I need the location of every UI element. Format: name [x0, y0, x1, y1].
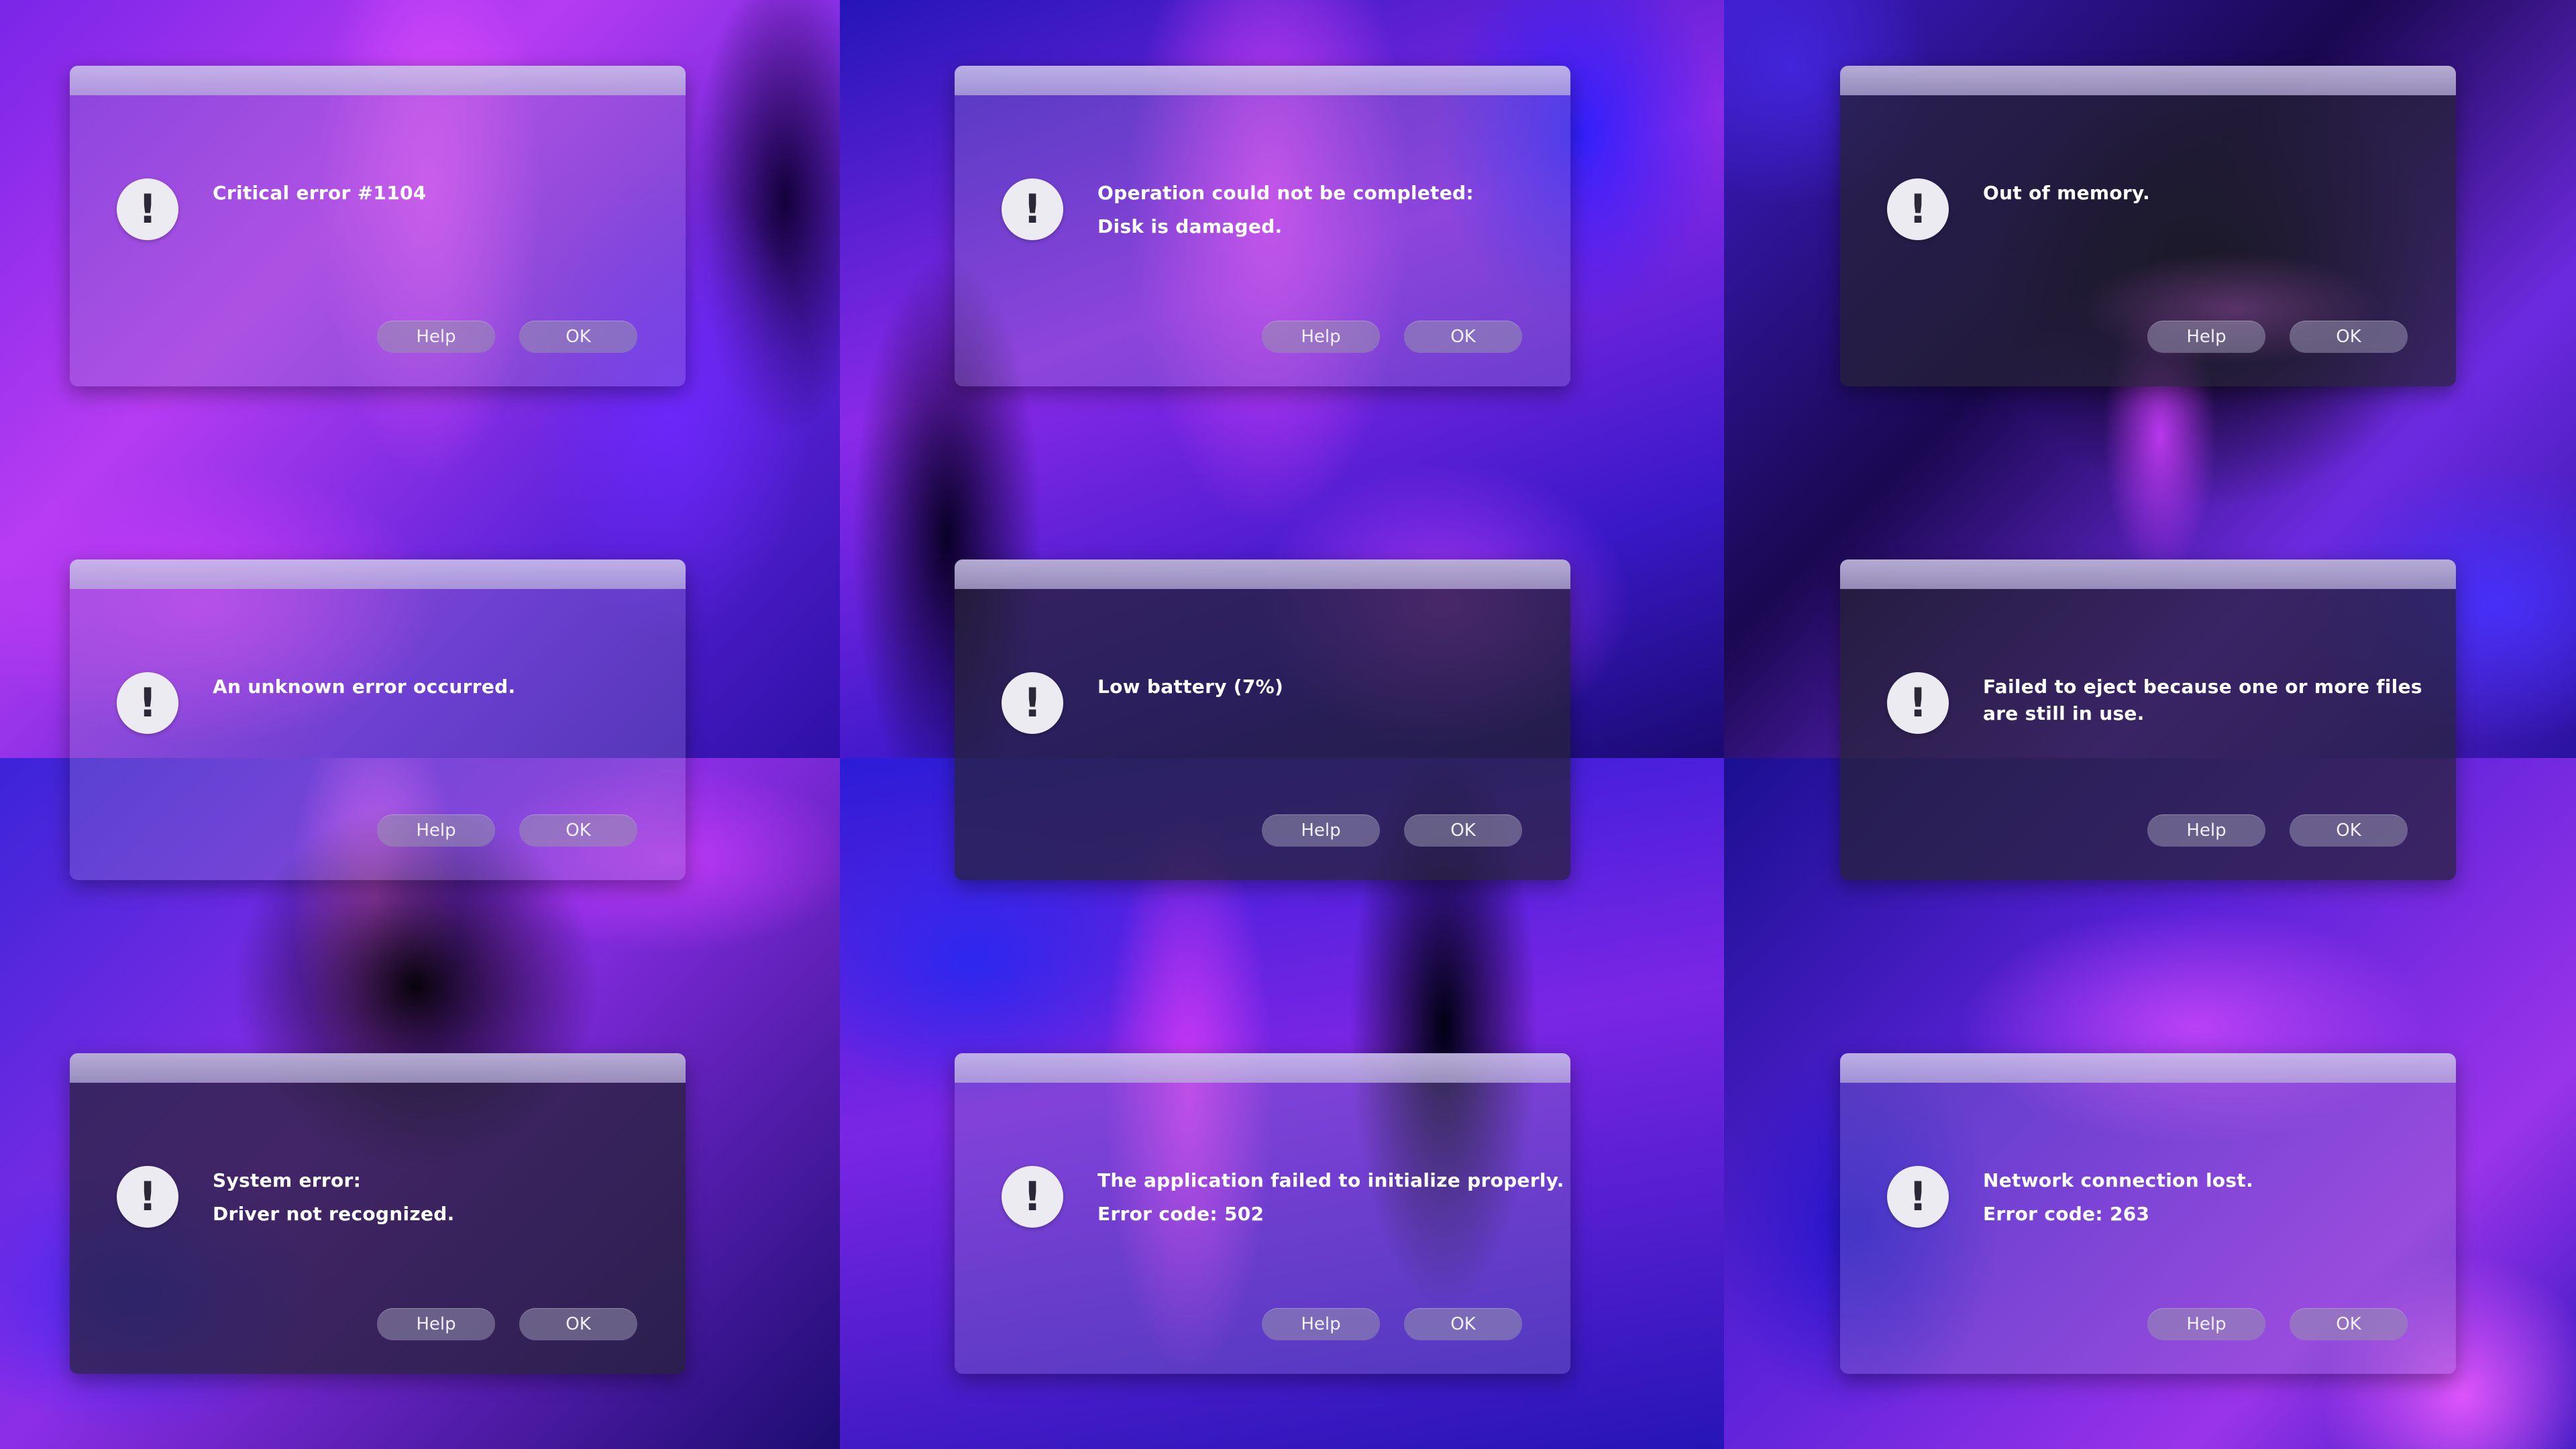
ok-button[interactable]: OK	[2290, 321, 2408, 353]
dialog-message: System error: Driver not recognized.	[213, 1169, 455, 1225]
dialog-titlebar[interactable]	[70, 1053, 686, 1083]
error-dialog-unknown-error: ! An unknown error occurred. Help OK	[70, 559, 686, 880]
error-dialog-out-of-memory: ! Out of memory. Help OK	[1840, 66, 2456, 386]
exclamation-alert-icon: !	[117, 672, 178, 734]
help-button[interactable]: Help	[1262, 814, 1380, 847]
dialog-message: Failed to eject because one or more file…	[1983, 676, 2422, 724]
exclamation-alert-icon: !	[1887, 1166, 1949, 1228]
ok-button[interactable]: OK	[2290, 1308, 2408, 1340]
error-dialog-application-failed: ! The application failed to initialize p…	[955, 1053, 1570, 1374]
ok-button[interactable]: OK	[519, 321, 637, 353]
dialog-titlebar[interactable]	[70, 559, 686, 589]
ok-button[interactable]: OK	[1404, 321, 1522, 353]
dialog-titlebar[interactable]	[955, 66, 1570, 95]
exclamation-alert-icon: !	[1887, 178, 1949, 240]
dialog-message: The application failed to initialize pro…	[1097, 1169, 1564, 1225]
ok-button[interactable]: OK	[519, 1308, 637, 1340]
dialog-message: Critical error #1104	[213, 182, 427, 204]
exclamation-alert-icon: !	[117, 178, 178, 240]
help-button[interactable]: Help	[2147, 814, 2265, 847]
exclamation-alert-icon: !	[1002, 1166, 1063, 1228]
help-button[interactable]: Help	[377, 814, 495, 847]
ok-button[interactable]: OK	[1404, 814, 1522, 847]
help-button[interactable]: Help	[1262, 321, 1380, 353]
error-dialog-network-lost: ! Network connection lost. Error code: 2…	[1840, 1053, 2456, 1374]
error-dialog-failed-to-eject: ! Failed to eject because one or more fi…	[1840, 559, 2456, 880]
error-dialog-system-error: ! System error: Driver not recognized. H…	[70, 1053, 686, 1374]
dialog-titlebar[interactable]	[955, 559, 1570, 589]
dialog-message: Operation could not be completed: Disk i…	[1097, 182, 1474, 237]
help-button[interactable]: Help	[1262, 1308, 1380, 1340]
help-button[interactable]: Help	[377, 321, 495, 353]
dialog-titlebar[interactable]	[1840, 1053, 2456, 1083]
dialog-titlebar[interactable]	[1840, 559, 2456, 589]
error-dialog-critical-error: ! Critical error #1104 Help OK	[70, 66, 686, 386]
dialog-message: Out of memory.	[1983, 182, 2150, 204]
dialog-titlebar[interactable]	[1840, 66, 2456, 95]
dialog-message: Low battery (7%)	[1097, 676, 1284, 698]
ok-button[interactable]: OK	[1404, 1308, 1522, 1340]
dialog-message: Network connection lost. Error code: 263	[1983, 1169, 2254, 1225]
dialog-titlebar[interactable]	[955, 1053, 1570, 1083]
error-dialog-disk-damaged: ! Operation could not be completed: Disk…	[955, 66, 1570, 386]
ok-button[interactable]: OK	[2290, 814, 2408, 847]
help-button[interactable]: Help	[2147, 1308, 2265, 1340]
exclamation-alert-icon: !	[1887, 672, 1949, 734]
error-dialog-low-battery: ! Low battery (7%) Help OK	[955, 559, 1570, 880]
exclamation-alert-icon: !	[117, 1166, 178, 1228]
ok-button[interactable]: OK	[519, 814, 637, 847]
dialog-titlebar[interactable]	[70, 66, 686, 95]
help-button[interactable]: Help	[2147, 321, 2265, 353]
dialog-message: An unknown error occurred.	[213, 676, 516, 698]
exclamation-alert-icon: !	[1002, 672, 1063, 734]
exclamation-alert-icon: !	[1002, 178, 1063, 240]
help-button[interactable]: Help	[377, 1308, 495, 1340]
